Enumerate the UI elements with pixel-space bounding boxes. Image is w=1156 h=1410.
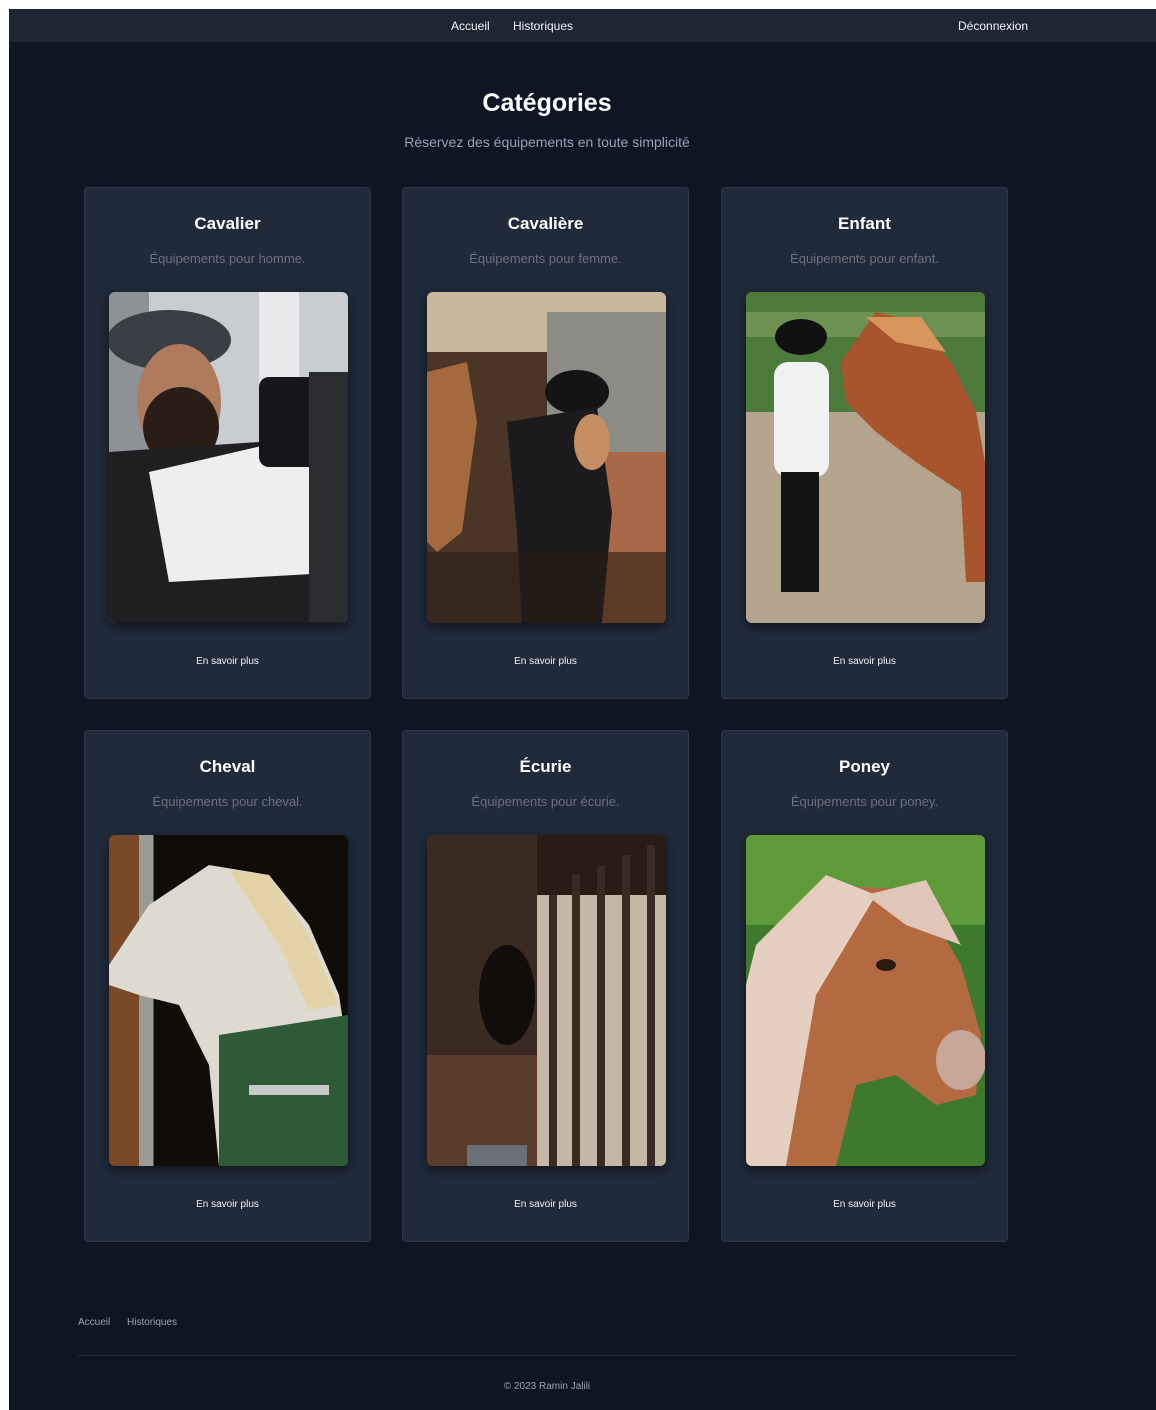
card-description: Équipements pour cheval. <box>152 794 303 809</box>
stable-photo <box>427 835 666 1166</box>
card-title: Cheval <box>199 757 256 776</box>
rider-woman-photo <box>427 292 666 623</box>
category-card-poney: Poney Équipements pour poney. En savoir … <box>721 730 1008 1242</box>
card-description: Équipements pour écurie. <box>471 794 620 809</box>
card-title: Écurie <box>519 757 572 776</box>
rider-man-photo <box>109 292 348 623</box>
learn-more-link[interactable]: En savoir plus <box>403 1199 688 1210</box>
learn-more-link[interactable]: En savoir plus <box>85 1199 370 1210</box>
top-navbar: Accueil Historiques Déconnexion <box>9 9 1156 42</box>
page-subtitle: Réservez des équipements en toute simpli… <box>404 134 690 150</box>
page-title: Catégories <box>482 89 612 117</box>
footer-link-accueil[interactable]: Accueil <box>78 1317 110 1328</box>
learn-more-link[interactable]: En savoir plus <box>85 656 370 667</box>
card-title: Poney <box>838 757 891 776</box>
white-horse-photo <box>109 835 348 1166</box>
card-description: Équipements pour femme. <box>469 251 622 266</box>
footer-divider <box>78 1355 1016 1356</box>
copyright-text: © 2023 Ramin Jalili <box>503 1381 591 1392</box>
learn-more-link[interactable]: En savoir plus <box>722 656 1007 667</box>
learn-more-link[interactable]: En savoir plus <box>403 656 688 667</box>
pony-photo <box>746 835 985 1166</box>
category-card-enfant: Enfant Équipements pour enfant. En savoi… <box>721 187 1008 699</box>
nav-link-accueil[interactable]: Accueil <box>451 19 490 33</box>
card-description: Équipements pour enfant. <box>790 251 939 266</box>
child-with-horse-photo <box>746 292 985 623</box>
category-card-cavalier: Cavalier Équipements pour homme. En savo… <box>84 187 371 699</box>
card-title: Cavalière <box>507 214 584 233</box>
card-title: Enfant <box>838 214 891 233</box>
footer-link-historiques[interactable]: Historiques <box>127 1317 177 1328</box>
nav-link-historiques[interactable]: Historiques <box>513 19 573 33</box>
app-window: Accueil Historiques Déconnexion Catégori… <box>9 9 1156 1410</box>
logout-link[interactable]: Déconnexion <box>958 19 1028 33</box>
card-title: Cavalier <box>194 214 261 233</box>
card-description: Équipements pour poney. <box>790 794 939 809</box>
category-card-ecurie: Écurie Équipements pour écurie. En savoi… <box>402 730 689 1242</box>
category-card-cheval: Cheval Équipements pour cheval. En savoi… <box>84 730 371 1242</box>
learn-more-link[interactable]: En savoir plus <box>722 1199 1007 1210</box>
category-card-cavaliere: Cavalière Équipements pour femme. En sav… <box>402 187 689 699</box>
card-description: Équipements pour homme. <box>149 251 306 266</box>
